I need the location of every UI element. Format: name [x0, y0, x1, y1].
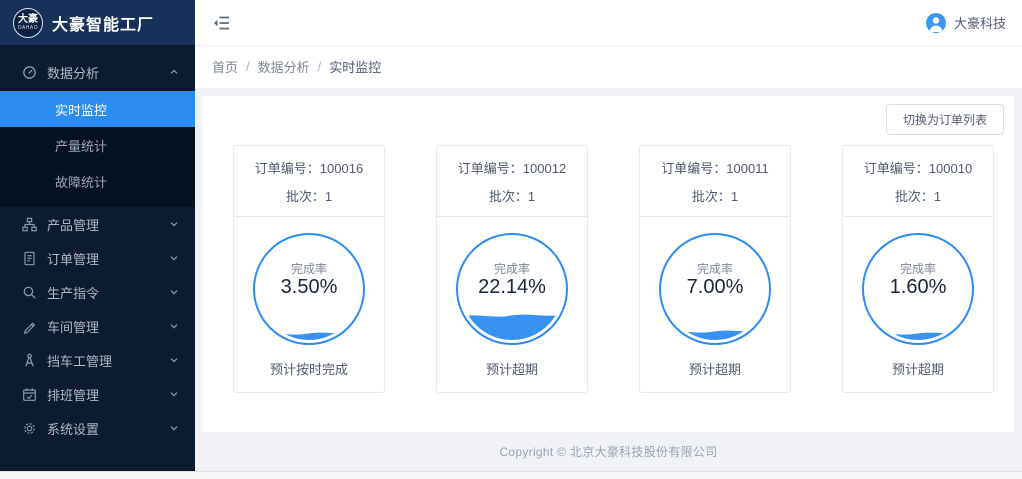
- sidebar-subitem-1[interactable]: 实时监控: [0, 91, 195, 127]
- batch-number: 批次：1: [843, 186, 993, 205]
- order-card: 订单编号：100012 批次：1 完成率22.14% 预计超期: [436, 145, 588, 393]
- sidebar-item-label: 产品管理: [47, 215, 169, 234]
- pen-icon: [22, 319, 37, 334]
- status-text: 预计超期: [640, 359, 790, 378]
- app-logo[interactable]: 大豪 DAHAO 大豪智能工厂: [0, 0, 195, 45]
- breadcrumb: 首页 / 数据分析 / 实时监控: [212, 57, 381, 76]
- sidebar-subitem-3[interactable]: 故障统计: [0, 163, 195, 199]
- rate-label: 完成率: [458, 260, 566, 277]
- breadcrumb-item-3: 实时监控: [329, 57, 381, 76]
- brand-emblem-banner: DAHAO: [18, 25, 38, 31]
- gear-icon: [22, 421, 37, 436]
- user-name: 大豪科技: [954, 13, 1006, 32]
- breadcrumb-item-1[interactable]: 首页: [212, 57, 238, 76]
- rate-label: 完成率: [255, 260, 363, 277]
- order-card: 订单编号：100010 批次：1 完成率1.60% 预计超期: [842, 145, 994, 393]
- sidebar-item-label: 数据分析: [47, 63, 169, 82]
- sidebar-item-5[interactable]: 车间管理: [0, 309, 195, 343]
- top-header: 大豪科技: [195, 0, 1022, 45]
- chevron-down-icon: [169, 219, 179, 229]
- horizontal-scrollbar[interactable]: [0, 471, 1022, 479]
- content-area: 切换为订单列表 订单编号：100016批次：1完成率3.50%预计按时完成订单编…: [195, 88, 1022, 471]
- document-icon: [22, 251, 37, 266]
- batch-number: 批次：1: [640, 186, 790, 205]
- rate-value: 7.00%: [661, 276, 769, 299]
- breadcrumb-item-2[interactable]: 数据分析: [258, 57, 310, 76]
- order-cards-row: 订单编号：100016批次：1完成率3.50%预计按时完成订单编号：100012…: [233, 145, 994, 393]
- gauge-icon: [22, 65, 37, 80]
- rate-label: 完成率: [864, 260, 972, 277]
- search-icon: [22, 285, 37, 300]
- batch-number: 批次：1: [234, 186, 384, 205]
- sidebar-item-7[interactable]: 排班管理: [0, 377, 195, 411]
- rate-value: 1.60%: [864, 276, 972, 299]
- sidebar-item-6[interactable]: 挡车工管理: [0, 343, 195, 377]
- switch-to-order-list-button[interactable]: 切换为订单列表: [886, 104, 1004, 135]
- completion-liquid-gauge: 完成率1.60%: [862, 233, 974, 345]
- menu-fold-icon[interactable]: [212, 13, 232, 33]
- gauge-section: 完成率3.50% 预计按时完成: [234, 216, 384, 378]
- order-card: 订单编号：100016 批次：1 完成率3.50% 预计按时完成: [233, 145, 385, 393]
- gauge-section: 完成率22.14% 预计超期: [437, 216, 587, 378]
- brand-emblem-icon: 大豪 DAHAO: [13, 8, 43, 38]
- rate-value: 22.14%: [458, 276, 566, 299]
- breadcrumb-bar: 首页 / 数据分析 / 实时监控: [195, 45, 1022, 88]
- sidebar-item-label: 系统设置: [47, 419, 169, 438]
- status-text: 预计超期: [843, 359, 993, 378]
- rate-value: 3.50%: [255, 276, 363, 299]
- brand-emblem-text: 大豪: [18, 15, 38, 25]
- sidebar-submenu: 实时监控产量统计故障统计: [0, 89, 195, 207]
- order-card: 订单编号：100011 批次：1 完成率7.00% 预计超期: [639, 145, 791, 393]
- sidebar-item-label: 生产指令: [47, 283, 169, 302]
- order-number: 订单编号：100011: [640, 158, 790, 177]
- sidebar-item-1[interactable]: 数据分析: [0, 55, 195, 89]
- chevron-down-icon: [169, 355, 179, 365]
- sidebar-item-2[interactable]: 产品管理: [0, 207, 195, 241]
- chevron-down-icon: [169, 389, 179, 399]
- completion-liquid-gauge: 完成率7.00%: [659, 233, 771, 345]
- sidebar: 大豪 DAHAO 大豪智能工厂 数据分析实时监控产量统计故障统计产品管理订单管理…: [0, 0, 195, 471]
- footer-copyright: Copyright © 北京大豪科技股份有限公司: [203, 432, 1014, 471]
- main-area: 大豪科技 首页 / 数据分析 / 实时监控 切换为订单列表 订单编号：100016 批次：…: [195, 0, 1022, 471]
- calendar-icon: [22, 387, 37, 402]
- panel-toolbar: 切换为订单列表: [203, 96, 1014, 135]
- sidebar-item-4[interactable]: 生产指令: [0, 275, 195, 309]
- chevron-down-icon: [169, 287, 179, 297]
- chevron-down-icon: [169, 253, 179, 263]
- status-text: 预计超期: [437, 359, 587, 378]
- app-window: 大豪 DAHAO 大豪智能工厂 数据分析实时监控产量统计故障统计产品管理订单管理…: [0, 0, 1022, 471]
- completion-liquid-gauge: 完成率3.50%: [253, 233, 365, 345]
- sidebar-item-8[interactable]: 系统设置: [0, 411, 195, 445]
- sidebar-item-label: 排班管理: [47, 385, 169, 404]
- sidebar-item-3[interactable]: 订单管理: [0, 241, 195, 275]
- sidebar-menu: 数据分析实时监控产量统计故障统计产品管理订单管理生产指令车间管理挡车工管理排班管…: [0, 45, 195, 471]
- user-menu[interactable]: 大豪科技: [926, 13, 1006, 33]
- gauge-section: 完成率7.00% 预计超期: [640, 216, 790, 378]
- breadcrumb-separator: /: [318, 59, 322, 74]
- chevron-up-icon: [169, 67, 179, 77]
- sidebar-item-label: 订单管理: [47, 249, 169, 268]
- rate-label: 完成率: [661, 260, 769, 277]
- content-panel: 切换为订单列表 订单编号：100016批次：1完成率3.50%预计按时完成订单编…: [203, 96, 1014, 432]
- order-number: 订单编号：100012: [437, 158, 587, 177]
- gauge-section: 完成率1.60% 预计超期: [843, 216, 993, 378]
- sidebar-item-label: 挡车工管理: [47, 351, 169, 370]
- breadcrumb-separator: /: [246, 59, 250, 74]
- chevron-down-icon: [169, 423, 179, 433]
- order-number: 订单编号：100010: [843, 158, 993, 177]
- user-avatar: [926, 13, 946, 33]
- sidebar-item-label: 车间管理: [47, 317, 169, 336]
- chevron-down-icon: [169, 321, 179, 331]
- batch-number: 批次：1: [437, 186, 587, 205]
- sitemap-icon: [22, 217, 37, 232]
- worker-icon: [22, 353, 37, 368]
- completion-liquid-gauge: 完成率22.14%: [456, 233, 568, 345]
- sidebar-subitem-2[interactable]: 产量统计: [0, 127, 195, 163]
- order-number: 订单编号：100016: [234, 158, 384, 177]
- app-title: 大豪智能工厂: [52, 11, 154, 35]
- status-text: 预计按时完成: [234, 359, 384, 378]
